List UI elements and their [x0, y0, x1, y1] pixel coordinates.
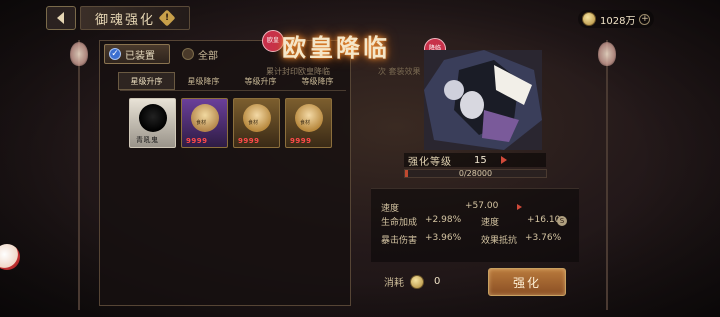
back-button[interactable] [46, 6, 76, 30]
soul-face-icon [243, 104, 271, 132]
info-diamond-icon[interactable]: ! [158, 9, 176, 27]
page-title: 御魂强化 [95, 12, 156, 28]
main-stat-name: 速度 [381, 204, 400, 214]
soul-card-value: 9999 [290, 137, 312, 145]
tab-star-asc[interactable]: 星级升序 [118, 72, 175, 90]
daruma-icon[interactable] [0, 244, 20, 270]
soul-card[interactable]: 食材 9999 [233, 98, 280, 148]
exp-progress-bar: 0/28000 [404, 169, 547, 178]
banner-subline: 累计封印欧皇降临 [266, 67, 330, 76]
sub-stat-value: +16.10 [527, 215, 561, 225]
sub-stat-name: 效果抵抗 [481, 236, 518, 246]
soul-face-icon [295, 104, 323, 132]
soul-card[interactable]: 食材 9999 [181, 98, 228, 148]
divider [120, 90, 346, 91]
soul-card[interactable]: 青吼鬼 [129, 98, 176, 148]
banner-subline-2: 次 套装效果 [378, 67, 421, 76]
main-stat-value: +57.00 [465, 201, 499, 211]
enhance-level-value: 15 [474, 154, 487, 166]
soul-card[interactable]: 食材 9999 [285, 98, 332, 148]
page-title-bar: 御魂强化 ! [80, 6, 190, 30]
soul-card-value: 9999 [238, 137, 260, 145]
sub-stat-name: 速度 [481, 218, 500, 228]
sub-stat-value: +3.76% [525, 233, 562, 243]
soul-card-tag: 食材 [248, 120, 259, 126]
character-art-icon [424, 50, 542, 150]
seal-left-icon: 欧皇 [262, 30, 284, 52]
arrow-right-icon [517, 204, 522, 210]
soul-card-list: 青吼鬼 食材 9999 食材 9999 食材 9999 [129, 98, 332, 148]
all-filter-toggle[interactable]: 全部 [178, 44, 238, 64]
enhance-level-label: 强化等级 [408, 156, 452, 168]
arrow-right-icon [500, 156, 507, 164]
radio-icon [182, 48, 194, 60]
banner-title: 欧皇降临 [282, 33, 390, 62]
soul-face-icon [191, 104, 219, 132]
tab-star-desc[interactable]: 星级降序 [175, 72, 232, 90]
check-icon: ✓ [109, 48, 121, 60]
sub-stat-value: +2.98% [425, 215, 462, 225]
exp-progress-text: 0/28000 [458, 169, 493, 178]
soul-card-tag: 食材 [196, 120, 207, 126]
soul-card-tag: 食材 [300, 120, 311, 126]
character-portrait [424, 50, 542, 150]
speed-badge-icon: S [557, 216, 567, 226]
coin-icon [582, 12, 596, 26]
plus-icon[interactable]: + [639, 13, 651, 25]
soul-card-value: 9999 [186, 137, 208, 145]
all-filter-label: 全部 [198, 50, 218, 62]
soul-face-icon [139, 104, 167, 132]
currency-amount: 1028万 [600, 15, 636, 27]
enhance-button[interactable]: 强化 [488, 268, 566, 296]
cost-row: 消耗 0 [384, 274, 440, 289]
sub-stat-name: 暴击伤害 [381, 236, 418, 246]
stats-panel: 速度 +57.00 生命加成 +2.98% 速度 +16.10 S 暴击伤害 +… [371, 188, 579, 262]
left-post [78, 40, 80, 310]
soul-card-label: 青吼鬼 [136, 136, 159, 144]
sub-stat-value: +3.96% [425, 233, 462, 243]
enhance-level-row: 强化等级 15 [404, 153, 546, 168]
right-post [606, 40, 608, 310]
sub-stat-name: 生命加成 [381, 218, 418, 228]
equipped-filter-toggle[interactable]: ✓ 已装置 [104, 44, 170, 64]
left-lantern-icon [70, 42, 88, 66]
currency-display: 1028万 + [578, 10, 655, 28]
cost-label: 消耗 [384, 278, 404, 289]
back-arrow-icon [57, 12, 64, 24]
equipped-filter-label: 已装置 [125, 50, 155, 62]
coin-icon [410, 274, 424, 289]
right-lantern-icon [598, 42, 616, 66]
cost-value: 0 [434, 276, 441, 287]
